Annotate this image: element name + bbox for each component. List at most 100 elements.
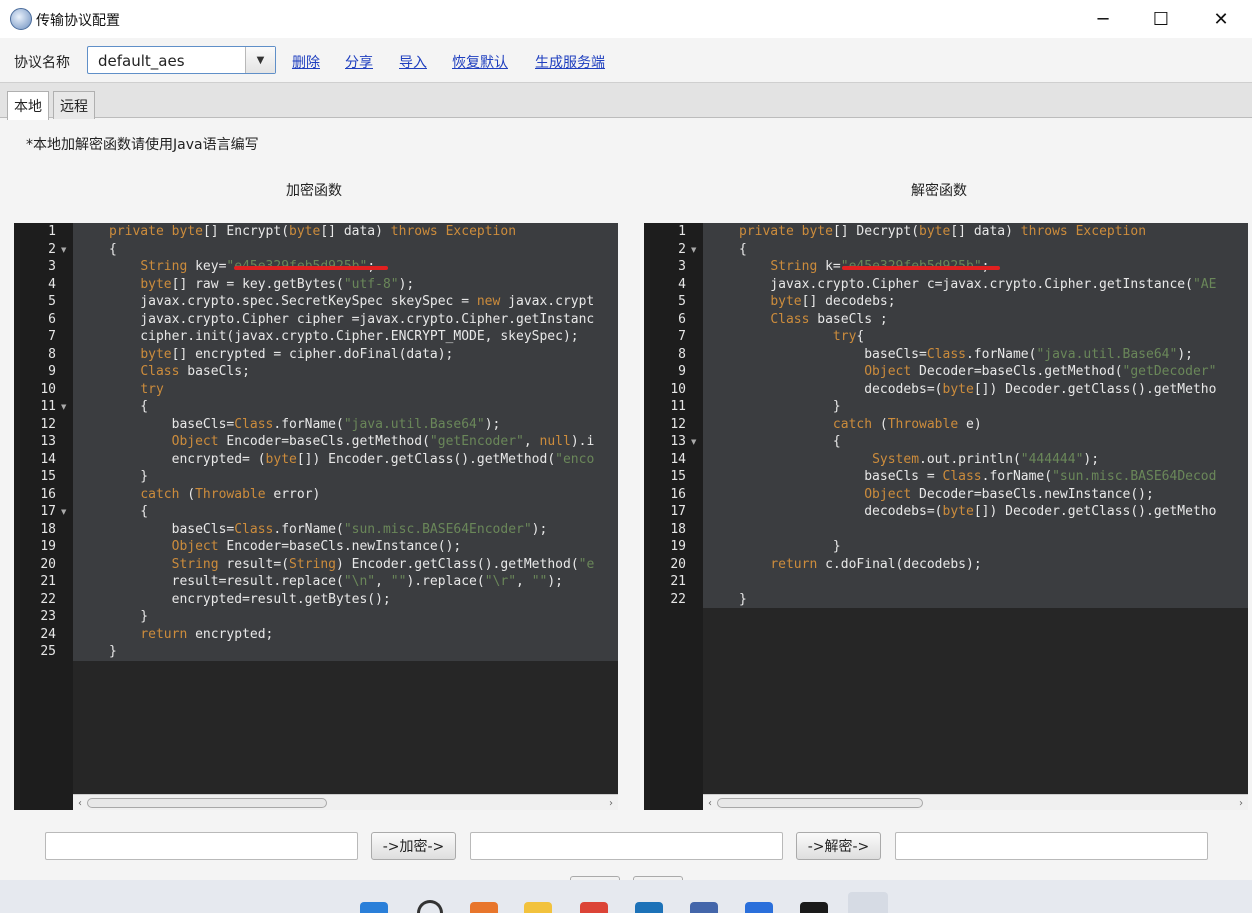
decrypt-button[interactable]: ->解密->	[796, 832, 881, 860]
line-number: 19	[670, 539, 686, 554]
code-token: []) Encoder.getClass().getMethod(	[296, 451, 556, 467]
code-line: {	[109, 241, 117, 259]
code-token: byte	[289, 224, 321, 239]
code-line: Object Encoder=baseCls.getMethod("getEnc…	[109, 433, 595, 451]
encrypt-button[interactable]: ->加密->	[371, 832, 456, 860]
generate-server-link[interactable]: 生成服务端	[535, 52, 605, 72]
plaintext-input[interactable]	[45, 832, 358, 860]
search-icon[interactable]	[417, 900, 443, 913]
terminal-icon[interactable]	[800, 902, 828, 913]
fold-icon[interactable]: ▼	[61, 508, 66, 516]
line-number: 22	[40, 591, 56, 607]
code-line: System.out.println("444444");	[739, 451, 1099, 469]
line-number: 15	[40, 469, 56, 484]
code-token: Decoder=baseCls.newInstance();	[911, 486, 1154, 502]
code-token: catch	[832, 416, 873, 432]
folder-icon[interactable]	[524, 902, 552, 913]
code-token: {	[109, 399, 149, 414]
code-line: Object Encoder=baseCls.newInstance();	[109, 538, 462, 556]
code-token: Class	[234, 521, 274, 537]
code-token: baseCls=	[739, 346, 927, 362]
protocol-select[interactable]: default_aes ▼	[87, 46, 276, 74]
active-app-icon[interactable]	[848, 892, 888, 913]
code-area[interactable]: private byte[] Decrypt(byte[] data) thro…	[703, 223, 1248, 608]
tab-local[interactable]: 本地	[7, 91, 49, 120]
code-token: javax.crypto.spec.SecretKeySpec skeySpec…	[109, 294, 477, 309]
app-icon-blue[interactable]	[635, 902, 663, 913]
firefox-icon[interactable]	[470, 902, 498, 913]
protocol-select-value[interactable]: default_aes	[98, 52, 185, 70]
code-token: baseCls =	[739, 469, 943, 484]
share-link[interactable]: 分享	[345, 52, 373, 72]
fold-icon[interactable]: ▼	[691, 438, 696, 446]
code-token: decodebs=(	[739, 504, 943, 519]
scroll-right-icon[interactable]: ›	[604, 795, 618, 810]
code-token: []) Decoder.getClass().getMetho	[973, 381, 1217, 397]
code-token: return	[140, 626, 188, 642]
line-number: 2	[48, 241, 56, 257]
start-icon[interactable]	[360, 902, 388, 913]
p-app-icon[interactable]	[745, 902, 773, 913]
line-number-gutter: 1 2 ▼ 3 4 5 6 7 8 9 10 11 ▼ 12 13 14 15 16 17 ▼ 18 19 20 21 22 23…	[14, 223, 73, 810]
scroll-thumb[interactable]	[717, 798, 923, 808]
code-token: }	[109, 469, 149, 484]
code-token: "sun.misc.BASE64Encoder"	[343, 521, 532, 537]
code-token: ) Encoder.getClass().getMethod(	[336, 556, 579, 572]
encrypt-code-editor[interactable]: 1 2 ▼ 3 4 5 6 7 8 9 10 11 ▼ 12 13 14 15 16 17 ▼ 18 19 20 21 22 23…	[14, 223, 618, 810]
code-line: {	[739, 433, 841, 451]
close-button[interactable]: ✕	[1192, 0, 1250, 38]
code-token: .forName(	[981, 469, 1053, 484]
code-line: try{	[739, 328, 864, 346]
code-token: .forName(	[273, 521, 344, 537]
code-token: [] Decrypt(	[832, 224, 920, 239]
code-token: [] encrypted = cipher.doFinal(data);	[171, 346, 454, 362]
fold-icon[interactable]: ▼	[691, 246, 696, 254]
encrypt-horizontal-scrollbar[interactable]: ‹ ›	[73, 794, 618, 810]
fold-icon[interactable]: ▼	[61, 403, 66, 411]
fold-icon[interactable]: ▼	[61, 246, 66, 254]
decrypt-horizontal-scrollbar[interactable]: ‹ ›	[703, 794, 1248, 810]
code-area[interactable]: private byte[] Encrypt(byte[] data) thro…	[73, 223, 618, 661]
scroll-left-icon[interactable]: ‹	[73, 795, 87, 810]
chevron-down-icon[interactable]: ▼	[245, 47, 275, 73]
code-line: catch (Throwable e)	[739, 416, 982, 434]
code-line: byte[] encrypted = cipher.doFinal(data);	[109, 346, 453, 364]
decrypted-output[interactable]	[895, 832, 1208, 860]
scroll-thumb[interactable]	[87, 798, 327, 808]
delete-link[interactable]: 删除	[292, 52, 320, 72]
code-line: private byte[] Encrypt(byte[] data) thro…	[109, 223, 516, 241]
code-token: error)	[265, 486, 321, 502]
tab-remote[interactable]: 远程	[53, 91, 95, 119]
code-token: [] Encrypt(	[202, 224, 290, 239]
code-token: baseCls;	[179, 364, 250, 379]
chrome-icon[interactable]	[580, 902, 608, 913]
line-number: 14	[40, 451, 56, 467]
decrypt-code-editor[interactable]: 1 2 ▼ 3 4 5 6 7 8 9 10 11 12 13 ▼ 14 15 16 17 18 19 20 21 22 pri…	[644, 223, 1248, 810]
maximize-button[interactable]: ☐	[1132, 0, 1190, 38]
line-number: 19	[40, 539, 56, 554]
code-token: Object	[171, 434, 219, 449]
code-token: throws Exception	[1020, 224, 1147, 239]
network-icon[interactable]	[690, 902, 718, 913]
code-token: "java.util.Base64"	[343, 416, 485, 432]
restore-default-link[interactable]: 恢复默认	[452, 52, 508, 72]
scroll-right-icon[interactable]: ›	[1234, 795, 1248, 810]
code-token: System	[872, 451, 920, 467]
code-token: ""	[390, 574, 407, 589]
encrypt-function-title: 加密函数	[286, 183, 342, 199]
scroll-left-icon[interactable]: ‹	[703, 795, 717, 810]
code-token: Class	[140, 364, 180, 379]
minimize-button[interactable]: ─	[1074, 0, 1132, 38]
code-token: }	[739, 399, 841, 414]
code-line: }	[109, 468, 148, 486]
import-link[interactable]: 导入	[399, 52, 427, 72]
ciphertext-input[interactable]	[470, 832, 783, 860]
code-line: Class baseCls;	[109, 363, 250, 381]
line-number: 21	[40, 574, 56, 589]
code-token: .forName(	[965, 346, 1037, 362]
